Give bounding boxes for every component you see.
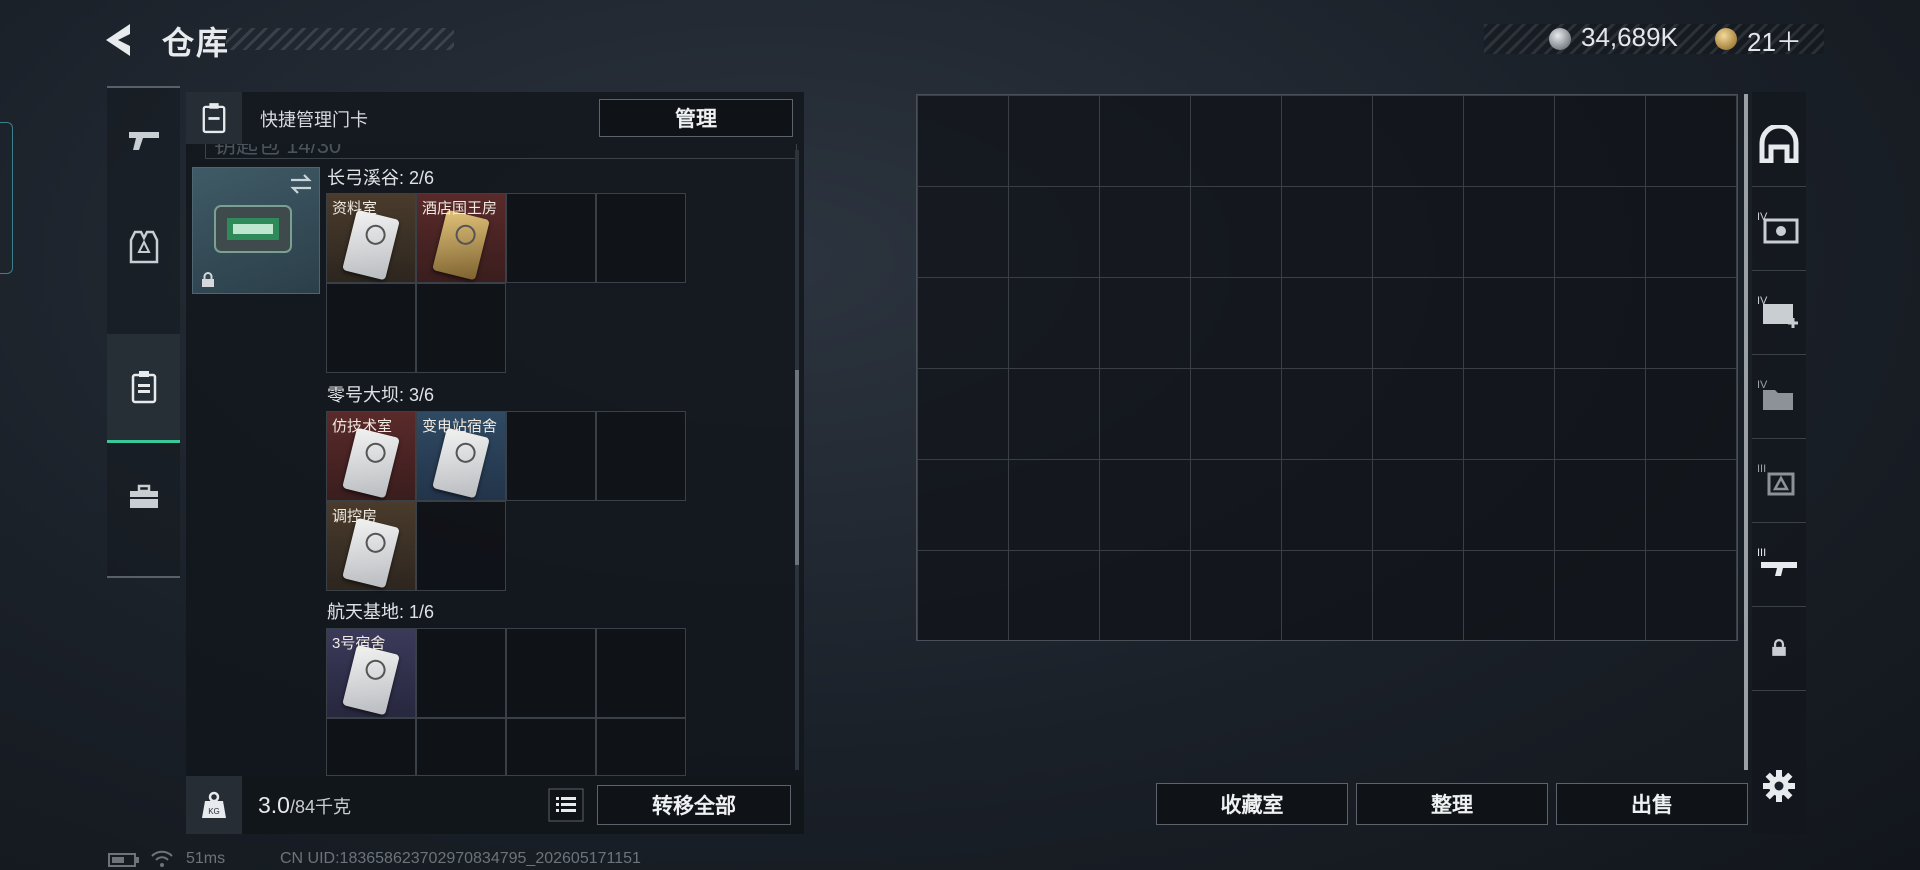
svg-text:III: III (1757, 547, 1766, 559)
empty-slot[interactable] (416, 501, 506, 591)
keycard-slot[interactable]: 调控房 (326, 501, 416, 591)
section-title: 航天基地: 1/6 (327, 602, 435, 622)
keycard-item-icon (342, 644, 400, 716)
keycard-icon (131, 371, 156, 404)
gold-coin-icon (1715, 28, 1737, 50)
empty-slot[interactable] (506, 411, 596, 501)
keycard-item-icon (342, 209, 400, 281)
medical-case-icon: IV (1757, 295, 1798, 328)
title-stripe (226, 28, 454, 50)
battery-icon (108, 853, 139, 867)
keycard-item-icon (432, 427, 490, 499)
empty-slot[interactable] (506, 718, 596, 776)
tab-ext-case-iv-3[interactable]: IV (1752, 354, 1806, 439)
collection-room-button[interactable]: 收藏室 (1156, 783, 1348, 825)
uid-readout: CN UID:18365862370297083479​5_2026051711… (280, 850, 641, 867)
keycard-slot[interactable]: 仿技术室 (326, 411, 416, 501)
transfer-all-button[interactable]: 转移全部 (597, 785, 791, 825)
gear-icon (1763, 770, 1795, 802)
tab-ext-case-iii-2[interactable]: III (1752, 522, 1806, 607)
vest-icon (129, 230, 158, 264)
sort-button[interactable]: 整理 (1356, 783, 1548, 825)
empty-slot[interactable] (506, 628, 596, 718)
folder-case-icon: IV (1757, 379, 1793, 410)
gun-case-icon: III (1757, 547, 1797, 576)
wifi-icon (151, 850, 173, 867)
nav-item-weapon[interactable] (107, 88, 180, 194)
empty-slot[interactable] (596, 193, 686, 283)
keycard-slot[interactable]: 资料室 (326, 193, 416, 283)
keycard-slot[interactable]: 变电站宿舍 (416, 411, 506, 501)
list-view-icon[interactable] (548, 788, 584, 822)
tab-ext-case-iv-1[interactable]: IV (1752, 186, 1806, 271)
gun-icon (128, 132, 159, 150)
section-title: 零号大坝: 3/6 (327, 385, 435, 405)
lock-icon (1772, 639, 1786, 656)
page-title: 仓库 (162, 25, 231, 61)
tab-locked[interactable] (1752, 606, 1806, 691)
keycard-item-icon (432, 209, 490, 281)
keycard-header-icon (186, 92, 242, 144)
empty-slot[interactable] (596, 718, 686, 776)
panel-scroll-thumb[interactable] (795, 370, 799, 565)
briefcase-icon (129, 484, 158, 508)
svg-text:III: III (1757, 463, 1766, 475)
keycard-slot[interactable]: 酒店国王房 (416, 193, 506, 283)
warehouse-grid[interactable] (916, 94, 1738, 641)
empty-slot[interactable] (416, 628, 506, 718)
silver-coin-icon (1549, 28, 1571, 50)
keycard-item-icon (342, 517, 400, 589)
empty-slot[interactable] (326, 283, 416, 373)
empty-slot[interactable] (506, 193, 596, 283)
nav-item-equipment[interactable] (107, 194, 180, 300)
extension-case-icon: IV (1757, 211, 1799, 244)
tab-ext-case-iii[interactable]: III (1752, 438, 1806, 523)
empty-slot[interactable] (596, 628, 686, 718)
svg-text:IV: IV (1757, 379, 1768, 391)
tab-ext-case-iv-2[interactable]: IV (1752, 270, 1806, 355)
warehouse-arch-icon (1759, 125, 1799, 163)
armor-case-icon: III (1757, 463, 1795, 496)
sell-button[interactable]: 出售 (1556, 783, 1748, 825)
empty-slot[interactable] (326, 718, 416, 776)
silver-amount: 34,689K (1581, 22, 1678, 52)
empty-slot[interactable] (596, 411, 686, 501)
weight-readout: 3.0/84千克 (258, 792, 351, 819)
section-title: 长弓溪谷: 2/6 (327, 168, 435, 188)
nav-item-keycard[interactable] (107, 334, 180, 443)
empty-slot[interactable] (416, 283, 506, 373)
gold-amount[interactable]: 21＋ (1747, 22, 1802, 59)
tab-warehouse-main[interactable] (1752, 102, 1806, 187)
category-nav (107, 86, 180, 578)
swap-icon[interactable] (289, 174, 313, 194)
weight-capacity: /84千克 (289, 797, 352, 817)
keychain-card[interactable] (192, 167, 320, 294)
keycard-item-icon (342, 427, 400, 499)
ping-readout: 51ms (186, 850, 226, 867)
left-edge-tab[interactable] (0, 122, 13, 274)
svg-text:KG: KG (208, 807, 220, 816)
empty-slot[interactable] (416, 718, 506, 776)
quick-manage-label: 快捷管理门卡 (260, 110, 368, 130)
warehouse-scrollbar[interactable] (1744, 94, 1748, 770)
keycard-slot[interactable]: 3号宿舍 (326, 628, 416, 718)
weight-icon: KG (186, 776, 242, 834)
manage-button[interactable]: 管理 (599, 99, 793, 137)
back-arrow-icon[interactable] (100, 22, 140, 58)
nav-item-supplies[interactable] (107, 444, 180, 550)
lock-icon (202, 272, 214, 287)
current-weight: 3.0 (258, 792, 290, 818)
settings-button[interactable] (1752, 744, 1806, 828)
